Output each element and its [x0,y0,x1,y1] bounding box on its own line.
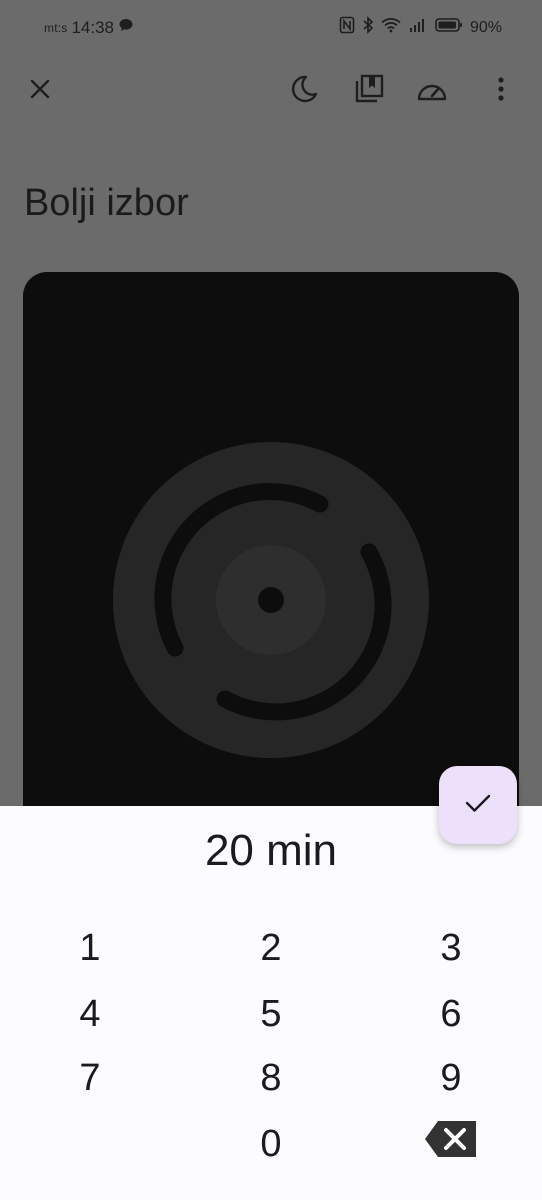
key-1[interactable]: 1 [50,920,130,976]
album-artwork [23,272,519,832]
key-5[interactable]: 5 [231,986,311,1042]
key-2[interactable]: 2 [231,920,311,976]
key-9[interactable]: 9 [411,1050,491,1106]
battery-percent: 90% [469,18,502,36]
carrier-label: mt:s [44,20,68,35]
key-7[interactable]: 7 [50,1050,130,1106]
confirm-button[interactable] [439,766,517,844]
speed-icon[interactable] [415,72,449,106]
sleep-timer-icon[interactable] [287,72,321,106]
key-3[interactable]: 3 [411,920,491,976]
backspace-button[interactable] [411,1116,491,1172]
battery-icon [435,17,463,38]
nfc-icon [339,16,355,39]
page-title: Bolji izbor [24,182,189,224]
status-time: 14:38 [71,17,115,37]
key-0[interactable]: 0 [231,1116,311,1172]
bookmarks-icon[interactable] [352,72,386,106]
more-vert-icon[interactable] [484,72,518,106]
status-left: mt:s 14:38 [44,17,134,38]
wifi-icon [381,17,401,38]
key-4[interactable]: 4 [50,986,130,1042]
bluetooth-icon [362,16,374,39]
check-icon [465,793,491,818]
vinyl-placeholder-icon [113,442,429,758]
signal-icon [408,17,428,38]
message-icon [118,17,134,38]
player-toolbar [0,58,542,118]
backspace-icon [424,1119,478,1169]
key-8[interactable]: 8 [231,1050,311,1106]
close-icon[interactable] [23,72,57,106]
key-6[interactable]: 6 [411,986,491,1042]
status-right: 90% [339,16,502,39]
status-bar: mt:s 14:38 90% [0,0,542,54]
